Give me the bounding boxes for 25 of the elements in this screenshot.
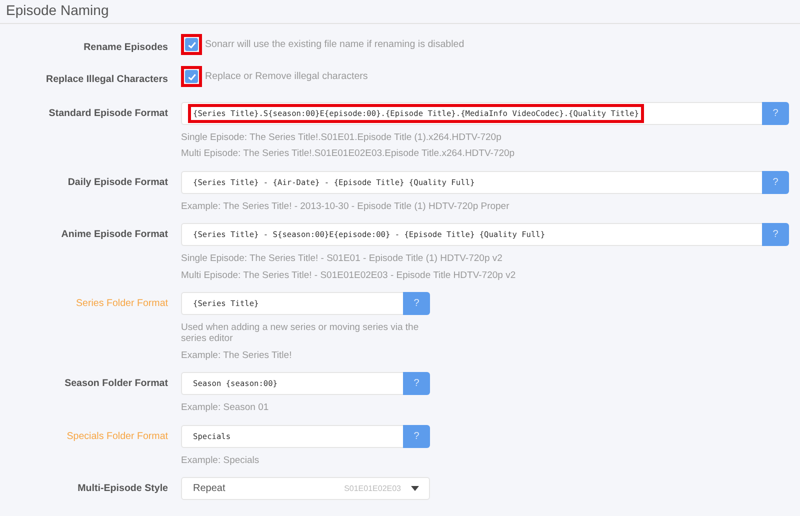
field-label: Standard Episode Format — [48, 107, 168, 119]
field-label: Rename Episodes — [82, 41, 168, 53]
checkbox-hint: Sonarr will use the existing file name if renaming is disabled — [205, 39, 464, 50]
dropdown[interactable]: Repeat S01E01E02E03 — [181, 476, 430, 500]
help-text: Example: The Series Title! — [181, 350, 293, 362]
field-label: Replace Illegal Characters — [45, 73, 168, 85]
help-text: Example: Specials — [181, 454, 260, 466]
checkbox[interactable] — [185, 38, 198, 51]
field-label: Anime Episode Format — [60, 228, 168, 240]
checkbox-hint: Replace or Remove illegal characters — [205, 71, 368, 82]
help-text: Multi Episode: The Series Title!.S01E01E02E03.Episode Title.x264.HDTV-720p — [181, 148, 516, 160]
help-text: Single Episode: The Series Title!.S01E01.Episode Title (1).x264.HDTV-720p — [181, 132, 502, 144]
field-label: Multi-Episode Style — [76, 482, 168, 494]
section-title: Episode Naming — [6, 2, 109, 18]
help-text: Example: The Series Title! - 2013-10-30 - Episode Title (1) HDTV-720p Proper — [181, 200, 510, 212]
field-label: Specials Folder Format — [66, 430, 168, 442]
help-text: Multi Episode: The Series Title! - S01E01E02E03 - Episode Title HDTV-720p v2 — [181, 270, 517, 281]
field-label: Series Folder Format — [74, 296, 168, 309]
field-label: Season Folder Format — [64, 377, 168, 390]
help-text: Single Episode: The Series Title! - S01E01 - Episode Title (1) HDTV-720p v2 — [181, 253, 504, 265]
help-text: Used when adding a new series or moving series via the series editor — [181, 322, 420, 345]
field-label: Daily Episode Format — [66, 176, 168, 188]
caret-icon — [411, 486, 419, 491]
checkbox[interactable] — [185, 70, 198, 83]
help-text: Example: Season 01 — [181, 402, 270, 414]
